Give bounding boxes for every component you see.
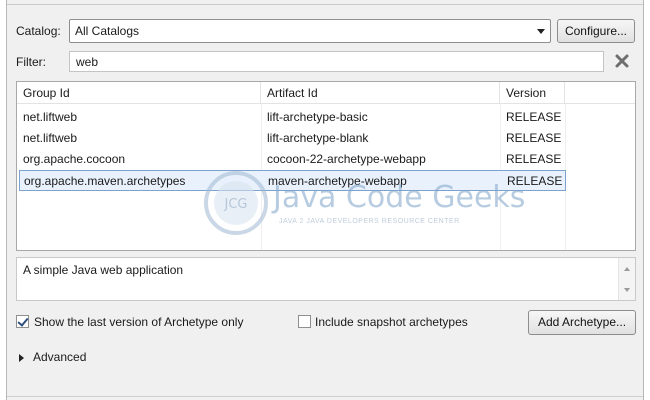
group-id-cell: net.liftweb	[23, 131, 78, 145]
column-header-group-id[interactable]: Group Id	[17, 82, 261, 104]
jcg-badge-text: JCG	[224, 197, 248, 212]
table-row[interactable]: net.liftweb lift-archetype-basic RELEASE	[17, 107, 565, 128]
catalog-label: Catalog:	[16, 24, 61, 38]
table-row[interactable]: net.liftweb lift-archetype-blank RELEASE	[17, 128, 565, 149]
catalog-combo-value: All Catalogs	[75, 24, 140, 38]
table-header: Group Id Artifact Id Version	[17, 82, 635, 104]
include-snapshot-label[interactable]: Include snapshot archetypes	[315, 315, 468, 329]
archetype-selection-panel: Catalog: All Catalogs Configure... Filte…	[6, 0, 644, 400]
configure-button[interactable]: Configure...	[557, 19, 635, 43]
group-id-cell: org.apache.cocoon	[23, 152, 126, 166]
description-scrollbar[interactable]	[618, 258, 635, 300]
archetype-description: A simple Java web application	[16, 257, 636, 301]
java-code-geeks-watermark: JCG Java Code Geeks JAVA 2 JAVA DEVELOPE…	[203, 170, 525, 236]
group-id-cell: org.apache.maven.archetypes	[24, 174, 186, 188]
catalog-combo[interactable]: All Catalogs	[69, 19, 551, 43]
version-cell: RELEASE	[506, 152, 562, 166]
top-divider	[7, 4, 643, 5]
group-id-cell: net.liftweb	[23, 110, 78, 124]
add-archetype-button[interactable]: Add Archetype...	[528, 310, 636, 335]
table-row[interactable]: org.apache.cocoon cocoon-22-archetype-we…	[17, 149, 565, 170]
show-last-version-label[interactable]: Show the last version of Archetype only	[34, 315, 243, 329]
description-text: A simple Java web application	[23, 263, 184, 277]
advanced-toggle[interactable]: Advanced	[33, 350, 86, 364]
filter-label: Filter:	[16, 55, 46, 69]
artifact-id-cell: lift-archetype-basic	[267, 110, 368, 124]
artifact-id-cell: lift-archetype-blank	[267, 131, 369, 145]
show-last-version-checkbox[interactable]	[16, 315, 29, 328]
watermark-title: Java Code Geeks	[273, 180, 526, 215]
version-cell: RELEASE	[506, 110, 562, 124]
jcg-logo-icon: JCG	[204, 171, 268, 235]
filter-input-value: web	[76, 55, 99, 69]
scroll-down-icon[interactable]	[624, 288, 630, 292]
watermark-subtitle: JAVA 2 JAVA DEVELOPERS RESOURCE CENTER	[279, 218, 460, 225]
include-snapshot-checkbox[interactable]	[298, 315, 311, 328]
artifact-id-cell: cocoon-22-archetype-webapp	[267, 152, 426, 166]
filter-input[interactable]: web	[69, 51, 604, 72]
clear-filter-icon[interactable]	[613, 52, 631, 70]
version-cell: RELEASE	[506, 131, 562, 145]
column-header-version[interactable]: Version	[500, 82, 565, 104]
column-header-artifact-id[interactable]: Artifact Id	[261, 82, 500, 104]
bottom-divider	[7, 396, 643, 397]
chevron-down-icon[interactable]	[537, 29, 545, 34]
expand-triangle-icon[interactable]	[19, 354, 24, 362]
scroll-up-icon[interactable]	[624, 267, 630, 271]
